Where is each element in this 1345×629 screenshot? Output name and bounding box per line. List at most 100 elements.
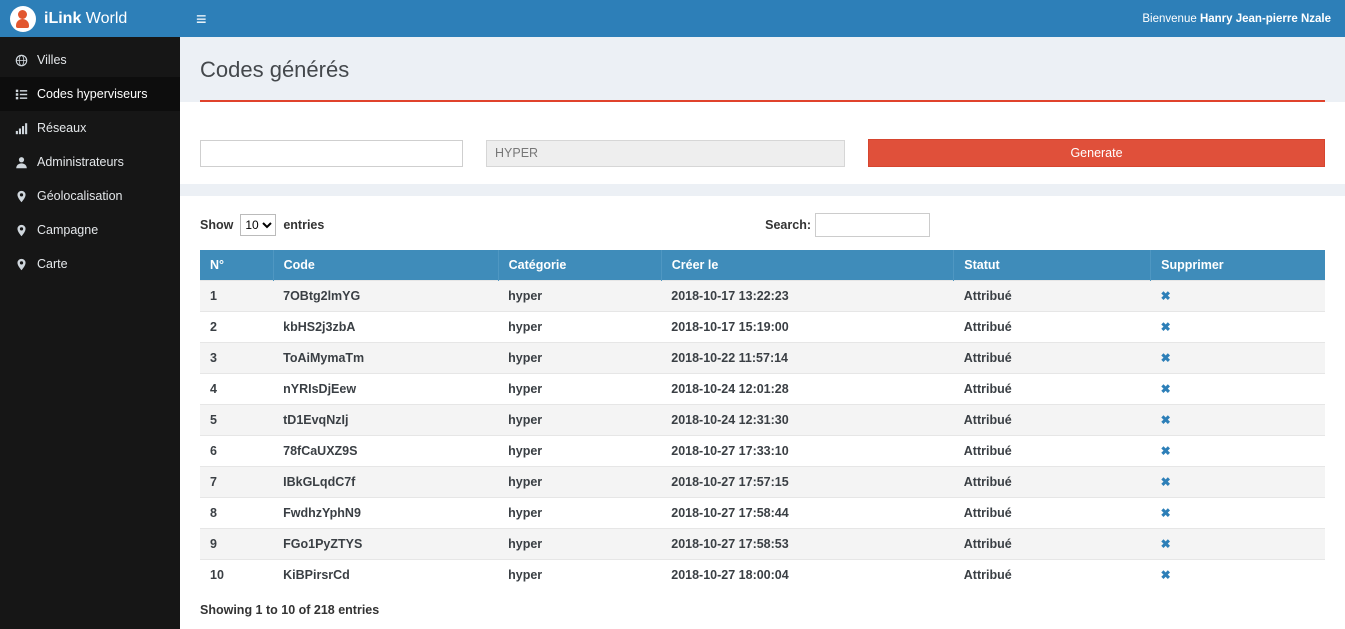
- cell-delete: ✖: [1151, 343, 1325, 374]
- category-field[interactable]: [486, 140, 845, 167]
- user-name[interactable]: Hanry Jean-pierre Nzale: [1200, 13, 1331, 25]
- generate-button[interactable]: Generate: [868, 139, 1325, 167]
- sidebar-item-reseaux[interactable]: Réseaux: [0, 111, 180, 145]
- brand-name-bold: iLink: [44, 10, 81, 27]
- cell-category: hyper: [498, 467, 661, 498]
- cell-num: 7: [200, 467, 273, 498]
- cell-created: 2018-10-27 17:58:53: [661, 529, 954, 560]
- cell-code: ToAiMymaTm: [273, 343, 498, 374]
- cell-delete: ✖: [1151, 560, 1325, 591]
- cell-created: 2018-10-27 17:57:15: [661, 467, 954, 498]
- welcome-prefix: Bienvenue: [1142, 13, 1196, 25]
- cell-status: Attribué: [954, 343, 1151, 374]
- sidebar-item-label: Villes: [37, 53, 67, 67]
- brand-text: iLink World: [44, 10, 127, 28]
- sidebar-item-label: Réseaux: [37, 121, 86, 135]
- cell-category: hyper: [498, 374, 661, 405]
- cell-status: Attribué: [954, 281, 1151, 312]
- delete-icon[interactable]: ✖: [1161, 475, 1171, 489]
- delete-icon[interactable]: ✖: [1161, 413, 1171, 427]
- cell-num: 9: [200, 529, 273, 560]
- cell-code: KiBPirsrCd: [273, 560, 498, 591]
- entries-label: entries: [283, 218, 324, 232]
- cell-delete: ✖: [1151, 374, 1325, 405]
- column-header-n-[interactable]: N°: [200, 250, 273, 281]
- table-row: 4 nYRIsDjEew hyper 2018-10-24 12:01:28 A…: [200, 374, 1325, 405]
- hamburger-icon[interactable]: ≡: [196, 10, 207, 28]
- cell-num: 5: [200, 405, 273, 436]
- signal-icon: [14, 121, 28, 135]
- table-row: 9 FGo1PyZTYS hyper 2018-10-27 17:58:53 A…: [200, 529, 1325, 560]
- table-row: 6 78fCaUXZ9S hyper 2018-10-27 17:33:10 A…: [200, 436, 1325, 467]
- column-header-creer-le[interactable]: Créer le: [661, 250, 954, 281]
- column-header-code[interactable]: Code: [273, 250, 498, 281]
- cell-status: Attribué: [954, 467, 1151, 498]
- table-controls: Show 10 entries Search:: [200, 213, 1325, 237]
- sidebar-item-geolocalisation[interactable]: Géolocalisation: [0, 179, 180, 213]
- delete-icon[interactable]: ✖: [1161, 320, 1171, 334]
- table-header-row: N°CodeCatégorieCréer leStatutSupprimer: [200, 250, 1325, 281]
- cell-code: IBkGLqdC7f: [273, 467, 498, 498]
- column-header-categorie[interactable]: Catégorie: [498, 250, 661, 281]
- sidebar-item-campagne[interactable]: Campagne: [0, 213, 180, 247]
- cell-status: Attribué: [954, 374, 1151, 405]
- page-size-select[interactable]: 10: [240, 214, 276, 236]
- bars-icon: [14, 87, 28, 101]
- delete-icon[interactable]: ✖: [1161, 351, 1171, 365]
- globe-icon: [14, 53, 28, 67]
- sidebar-item-carte[interactable]: Carte: [0, 247, 180, 281]
- codes-table-panel: Show 10 entries Search: N°CodeCatégorieC…: [180, 196, 1345, 629]
- cell-num: 6: [200, 436, 273, 467]
- cell-code: 7OBtg2lmYG: [273, 281, 498, 312]
- cell-status: Attribué: [954, 560, 1151, 591]
- user-icon: [14, 155, 28, 169]
- column-header-supprimer[interactable]: Supprimer: [1151, 250, 1325, 281]
- welcome-message: Bienvenue Hanry Jean-pierre Nzale: [1142, 13, 1331, 25]
- cell-code: tD1EvqNzIj: [273, 405, 498, 436]
- cell-delete: ✖: [1151, 529, 1325, 560]
- cell-category: hyper: [498, 498, 661, 529]
- cell-delete: ✖: [1151, 312, 1325, 343]
- page-title: Codes générés: [200, 57, 1325, 83]
- delete-icon[interactable]: ✖: [1161, 382, 1171, 396]
- sidebar-item-label: Carte: [37, 257, 68, 271]
- table-row: 7 IBkGLqdC7f hyper 2018-10-27 17:57:15 A…: [200, 467, 1325, 498]
- table-row: 2 kbHS2j3zbA hyper 2018-10-17 15:19:00 A…: [200, 312, 1325, 343]
- search-input[interactable]: [815, 213, 930, 237]
- show-label: Show: [200, 218, 233, 232]
- cell-status: Attribué: [954, 312, 1151, 343]
- sidebar-item-label: Administrateurs: [37, 155, 124, 169]
- cell-category: hyper: [498, 405, 661, 436]
- sidebar-item-villes[interactable]: Villes: [0, 43, 180, 77]
- table-row: 10 KiBPirsrCd hyper 2018-10-27 18:00:04 …: [200, 560, 1325, 591]
- column-header-statut[interactable]: Statut: [954, 250, 1151, 281]
- cell-num: 2: [200, 312, 273, 343]
- cell-status: Attribué: [954, 436, 1151, 467]
- cell-code: FGo1PyZTYS: [273, 529, 498, 560]
- delete-icon[interactable]: ✖: [1161, 289, 1171, 303]
- table-row: 1 7OBtg2lmYG hyper 2018-10-17 13:22:23 A…: [200, 281, 1325, 312]
- cell-delete: ✖: [1151, 467, 1325, 498]
- quantity-stepper[interactable]: [200, 140, 463, 167]
- delete-icon[interactable]: ✖: [1161, 444, 1171, 458]
- delete-icon[interactable]: ✖: [1161, 537, 1171, 551]
- cell-delete: ✖: [1151, 405, 1325, 436]
- cell-created: 2018-10-17 15:19:00: [661, 312, 954, 343]
- cell-num: 1: [200, 281, 273, 312]
- sidebar-item-label: Géolocalisation: [37, 189, 122, 203]
- cell-status: Attribué: [954, 405, 1151, 436]
- cell-delete: ✖: [1151, 281, 1325, 312]
- cell-code: nYRIsDjEew: [273, 374, 498, 405]
- sidebar-item-codes-hyperviseurs[interactable]: Codes hyperviseurs: [0, 77, 180, 111]
- sidebar-item-administrateurs[interactable]: Administrateurs: [0, 145, 180, 179]
- map-pin-icon: [14, 257, 28, 271]
- cell-created: 2018-10-17 13:22:23: [661, 281, 954, 312]
- delete-icon[interactable]: ✖: [1161, 568, 1171, 582]
- brand[interactable]: iLink World: [0, 0, 180, 37]
- delete-icon[interactable]: ✖: [1161, 506, 1171, 520]
- brand-name-light: World: [86, 10, 128, 27]
- cell-num: 10: [200, 560, 273, 591]
- map-pin-icon: [14, 223, 28, 237]
- cell-created: 2018-10-24 12:01:28: [661, 374, 954, 405]
- app-logo-icon: [10, 6, 36, 32]
